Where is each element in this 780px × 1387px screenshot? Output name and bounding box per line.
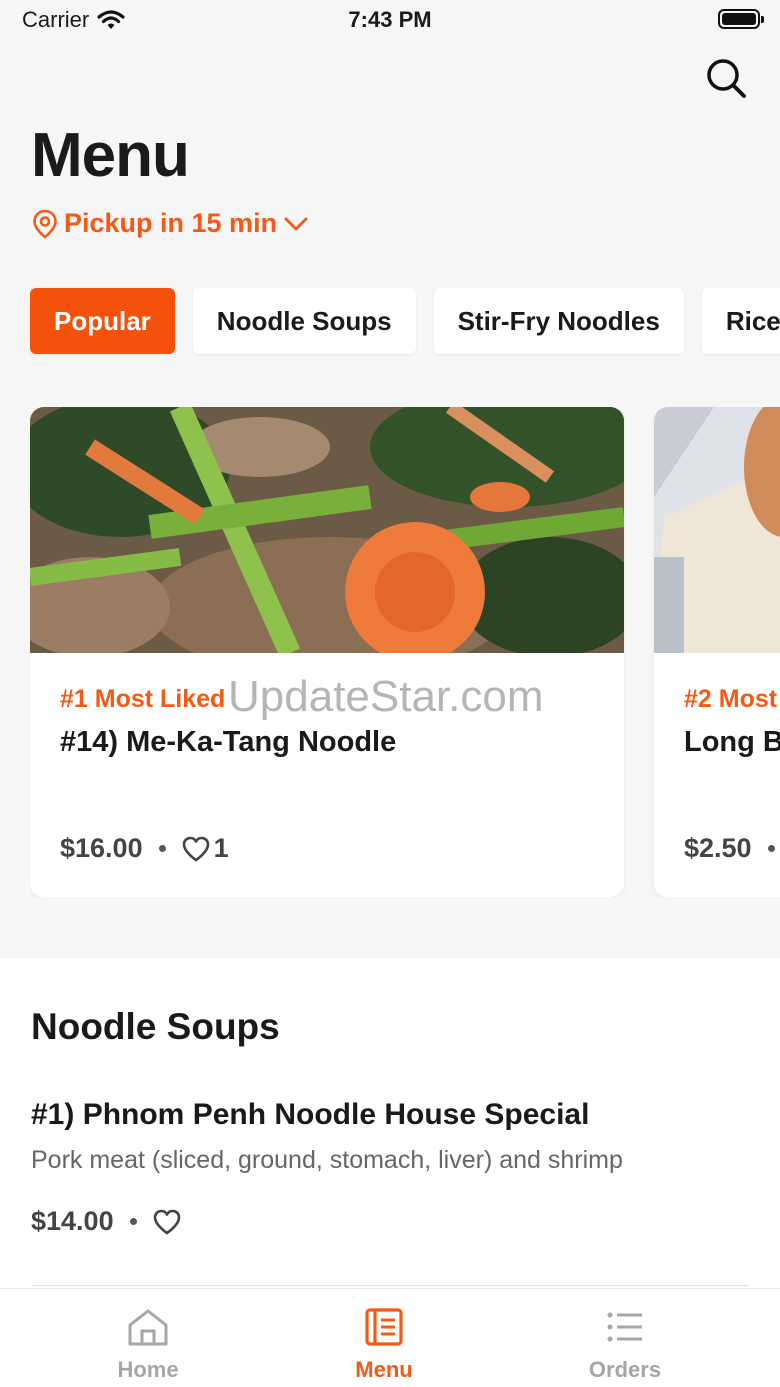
separator-dot [129, 1218, 137, 1225]
category-tabs: Popular Noodle Soups Stir-Fry Noodles Ri… [30, 288, 780, 354]
card-tag: #2 Most [684, 685, 778, 713]
card-meta: $2.50 [684, 833, 780, 864]
card-price: $16.00 [60, 833, 143, 863]
card-meta: $16.00 1 [60, 833, 229, 864]
tabbar-menu-label: Menu [355, 1357, 413, 1382]
menu-book-icon [365, 1308, 403, 1346]
popular-card[interactable]: #2 Most Long B $2.50 [654, 407, 780, 897]
tabbar-orders[interactable]: Orders [545, 1307, 705, 1383]
status-bar: Carrier 7:43 PM [0, 0, 780, 40]
menu-item-description: Pork meat (sliced, ground, stomach, live… [31, 1146, 623, 1174]
section-title: Noodle Soups [31, 1006, 280, 1047]
tab-popular[interactable]: Popular [30, 288, 175, 354]
popular-card[interactable]: #1 Most Liked #14) Me-Ka-Tang Noodle $16… [30, 407, 624, 897]
card-body: #1 Most Liked #14) Me-Ka-Tang Noodle $16… [30, 653, 624, 897]
card-name: #14) Me-Ka-Tang Noodle [60, 726, 397, 758]
home-icon [128, 1309, 168, 1346]
pickup-label: Pickup in 15 min [64, 208, 278, 238]
menu-item-meta: $14.00 [31, 1206, 181, 1237]
list-icon [607, 1312, 642, 1342]
tabbar-home-label: Home [117, 1357, 179, 1382]
separator-dot [158, 845, 166, 852]
divider [31, 1285, 749, 1286]
search-icon [707, 59, 746, 98]
pickup-selector[interactable]: Pickup in 15 min [32, 208, 309, 239]
location-pin-icon [33, 209, 57, 239]
page-title: Menu [31, 121, 190, 190]
like-button[interactable]: 1 [182, 833, 229, 864]
card-tag: #1 Most Liked [60, 685, 226, 713]
food-image [654, 407, 780, 653]
search-button[interactable] [704, 56, 748, 100]
popular-carousel: #1 Most Liked #14) Me-Ka-Tang Noodle $16… [30, 407, 780, 897]
card-body: #2 Most Long B $2.50 [654, 653, 780, 897]
food-image [30, 407, 624, 653]
heart-icon[interactable] [153, 1209, 181, 1235]
heart-icon [182, 836, 209, 861]
tab-rice[interactable]: Rice [701, 288, 780, 354]
tabbar-menu[interactable]: Menu [304, 1307, 464, 1383]
tab-stir-fry-noodles[interactable]: Stir-Fry Noodles [433, 288, 684, 354]
separator-dot [767, 845, 775, 852]
menu-item-name[interactable]: #1) Phnom Penh Noodle House Special [31, 1098, 589, 1132]
like-count: 1 [213, 833, 229, 863]
battery-icon [718, 9, 764, 29]
card-price: $2.50 [684, 833, 752, 863]
card-name: Long B [684, 726, 780, 758]
bottom-tab-bar: Home Menu Orders [0, 1288, 780, 1387]
menu-section: Noodle Soups #1) Phnom Penh Noodle House… [0, 958, 780, 1288]
tabbar-orders-label: Orders [588, 1357, 662, 1382]
menu-item-price: $14.00 [31, 1206, 114, 1236]
tab-noodle-soups[interactable]: Noodle Soups [192, 288, 416, 354]
tabbar-home[interactable]: Home [68, 1307, 228, 1383]
status-time: 7:43 PM [348, 7, 432, 32]
chevron-down-icon [284, 217, 308, 230]
